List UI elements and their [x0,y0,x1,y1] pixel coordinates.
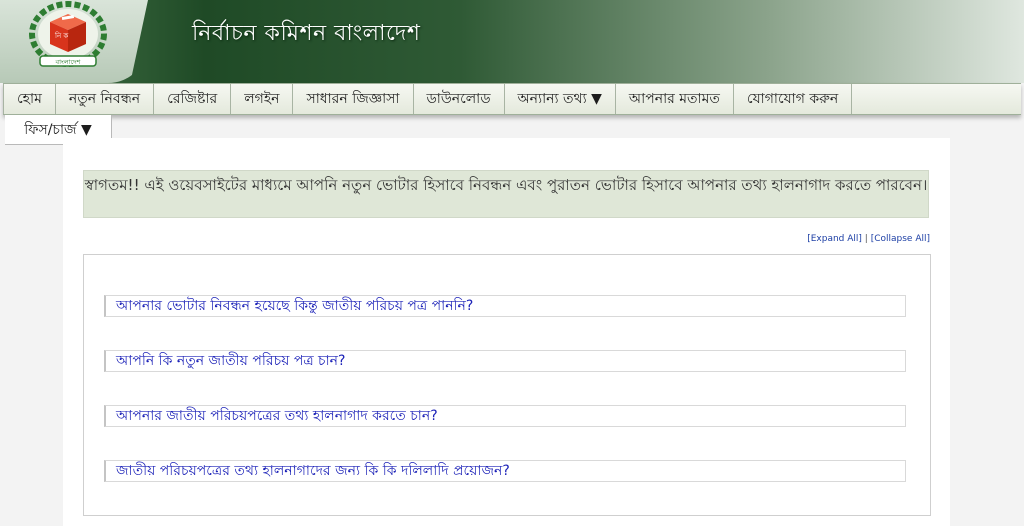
nav-item-contact[interactable]: যোগাযোগ করুন [734,84,853,114]
logo-ribbon-text: বাংলাদেশ [55,58,82,66]
logo-box-text: নি ক [54,32,68,40]
nav-item-login[interactable]: লগইন [231,84,294,114]
faq-item[interactable]: আপনার জাতীয় পরিচয়পত্রের তথ্য হালনাগাদ … [104,405,906,427]
nav-item-download[interactable]: ডাউনলোড [414,84,505,114]
nav-item-feedback[interactable]: আপনার মতামত [616,84,734,114]
faq-list: আপনার ভোটার নিবন্ধন হয়েছে কিন্তু জাতীয়… [83,254,931,516]
faq-item[interactable]: আপনার ভোটার নিবন্ধন হয়েছে কিন্তু জাতীয়… [104,295,906,317]
election-commission-logo[interactable]: নি ক বাংলাদেশ [26,0,110,72]
nav-item-register[interactable]: রেজিষ্টার [154,84,232,114]
expand-collapse-controls: [Expand All] | [Collapse All] [807,234,930,244]
faq-item[interactable]: জাতীয় পরিচয়পত্রের তথ্য হালনাগাদের জন্য… [104,460,906,482]
collapse-all-link[interactable]: [Collapse All] [871,234,930,244]
nav-item-other-info[interactable]: অন্যান্য তথ্য ▼ [505,84,616,114]
nav-item-home[interactable]: হোম [3,84,56,114]
welcome-message: স্বাগতম!! এই ওয়েবসাইটের মাধ্যমে আপনি নত… [83,170,929,218]
controls-separator: | [864,234,868,244]
expand-all-link[interactable]: [Expand All] [807,234,862,244]
site-header: নি ক বাংলাদেশ নির্বাচন কমিশন বাংলাদেশ [0,0,1024,83]
nav-item-new-registration[interactable]: নতুন নিবন্ধন [56,84,155,114]
faq-item[interactable]: আপনি কি নতুন জাতীয় পরিচয় পত্র চান? [104,350,906,372]
site-title: নির্বাচন কমিশন বাংলাদেশ [192,21,421,46]
nav-item-faq[interactable]: সাধারন জিজ্ঞাসা [293,84,414,114]
main-content: স্বাগতম!! এই ওয়েবসাইটের মাধ্যমে আপনি নত… [63,138,950,526]
main-nav: হোম নতুন নিবন্ধন রেজিষ্টার লগইন সাধারন জ… [3,83,1021,115]
